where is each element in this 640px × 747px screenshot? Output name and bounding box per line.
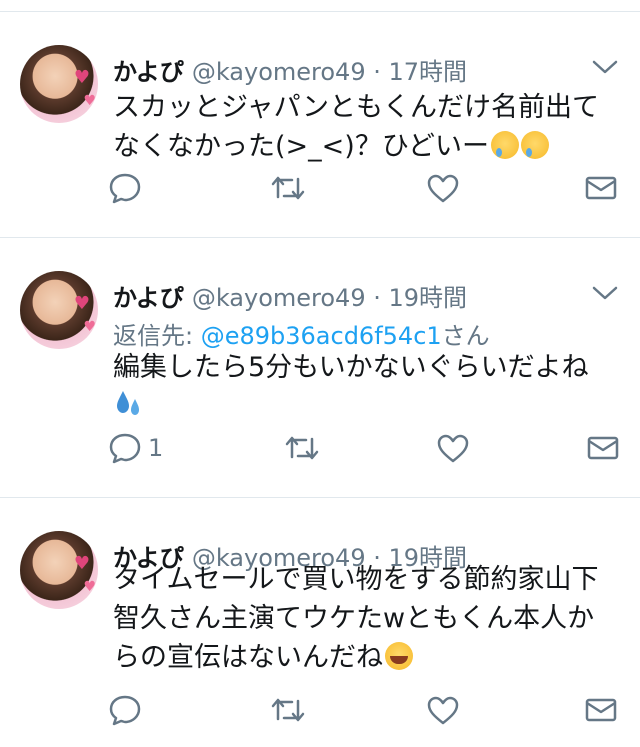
chevron-down-icon[interactable]: [590, 282, 620, 304]
tweet-text-line: 編集したら5分もいかないぐらいだよね: [113, 352, 589, 383]
reply-button[interactable]: 1: [108, 428, 163, 468]
tweet-text-line: 智久さん主演てウケたwともくん本人か: [113, 603, 595, 634]
tweet-actions: 1: [0, 428, 640, 468]
handle-and-time: @kayomero49 · 17時間: [191, 58, 468, 86]
heart-decoration: ♥: [83, 579, 96, 595]
direct-message-button[interactable]: [584, 690, 618, 730]
retweet-button[interactable]: [270, 690, 306, 730]
reply-button[interactable]: [108, 168, 148, 208]
like-button[interactable]: [436, 428, 470, 468]
reply-icon: [109, 433, 141, 464]
heart-icon: [427, 696, 459, 725]
display-name[interactable]: かよぴ: [113, 284, 184, 312]
tweet-text-line: スカッとジャパンともくんだけ名前出て: [113, 92, 599, 123]
heart-decoration: ♥: [73, 553, 90, 574]
reply-context: 返信先: @e89b36acd6f54c1さん: [113, 316, 490, 351]
direct-message-button[interactable]: [586, 428, 620, 468]
avatar[interactable]: ♥ ♥: [20, 45, 98, 123]
retweet-button[interactable]: [270, 168, 306, 208]
heart-icon: [427, 174, 459, 203]
tweet[interactable]: ♥ ♥ かよぴ @kayomero49 · 19時間 返信先: @e89b36acd…: [0, 238, 640, 498]
tweet-header: かよぴ @kayomero49 · 17時間: [113, 52, 468, 86]
sweat-droplets-icon: [113, 387, 143, 419]
tweet-text: スカッとジャパンともくんだけ名前出て なくなかった(>_<)？ひどいー: [113, 88, 613, 166]
tweet-actions: [0, 690, 640, 730]
retweet-icon: [271, 698, 305, 722]
tears-of-joy-icon: [385, 642, 413, 670]
tweet-text: タイムセールで買い物をする節約家山下 智久さん主演てウケたwともくん本人か らの…: [113, 560, 613, 677]
tweet-text: 編集したら5分もいかないぐらいだよね: [113, 348, 613, 430]
envelope-icon: [585, 176, 617, 200]
tweet-text-line: [113, 387, 613, 430]
display-name[interactable]: かよぴ: [113, 58, 184, 86]
like-button[interactable]: [426, 168, 460, 208]
retweet-icon: [285, 436, 319, 460]
handle-and-time: @kayomero49 · 19時間: [191, 284, 468, 312]
tweet-header: かよぴ @kayomero49 · 19時間: [113, 278, 468, 312]
mention-link[interactable]: @e89b36acd6f54c1: [201, 322, 442, 350]
tweet[interactable]: ♥ ♥ かよぴ @kayomero49 · 19時間 タイムセールで買い物をする節約…: [0, 498, 640, 747]
tweet[interactable]: ♥ ♥ かよぴ @kayomero49 · 17時間 スカッとジャパンともくんだけ名…: [0, 12, 640, 238]
heart-decoration: ♥: [83, 93, 96, 109]
reply-icon: [109, 695, 141, 726]
avatar[interactable]: ♥ ♥: [20, 271, 98, 349]
crying-face-icon: [491, 131, 520, 159]
retweet-icon: [271, 176, 305, 200]
timeline: ♥ ♥ かよぴ @kayomero49 · 17時間 スカッとジャパンともくんだけ名…: [0, 0, 640, 747]
reply-icon: [109, 173, 141, 204]
reply-button[interactable]: [108, 690, 148, 730]
tweet-text-line-content: なくなかった(>_<)？ひどいー: [113, 131, 490, 162]
retweet-button[interactable]: [284, 428, 320, 468]
heart-decoration: ♥: [73, 67, 90, 88]
tweet-text-line: タイムセールで買い物をする節約家山下: [113, 564, 599, 595]
tweet-text-line: なくなかった(>_<)？ひどいー: [113, 127, 613, 166]
envelope-icon: [587, 436, 619, 460]
chevron-down-icon[interactable]: [590, 56, 620, 78]
heart-icon: [437, 434, 469, 463]
reply-count: 1: [148, 434, 164, 462]
heart-decoration: ♥: [73, 293, 90, 314]
crying-face-icon: [521, 131, 550, 159]
reply-to-suffix: さん: [441, 322, 490, 350]
tweet-text-line: らの宣伝はないんだね: [113, 638, 613, 677]
direct-message-button[interactable]: [584, 168, 618, 208]
heart-decoration: ♥: [83, 319, 96, 335]
reply-to-prefix: 返信先:: [113, 322, 201, 350]
tweet-text-line-content: らの宣伝はないんだね: [113, 642, 383, 673]
envelope-icon: [585, 698, 617, 722]
like-button[interactable]: [426, 690, 460, 730]
top-divider: [0, 0, 640, 12]
tweet-actions: [0, 168, 640, 208]
avatar[interactable]: ♥ ♥: [20, 531, 98, 609]
